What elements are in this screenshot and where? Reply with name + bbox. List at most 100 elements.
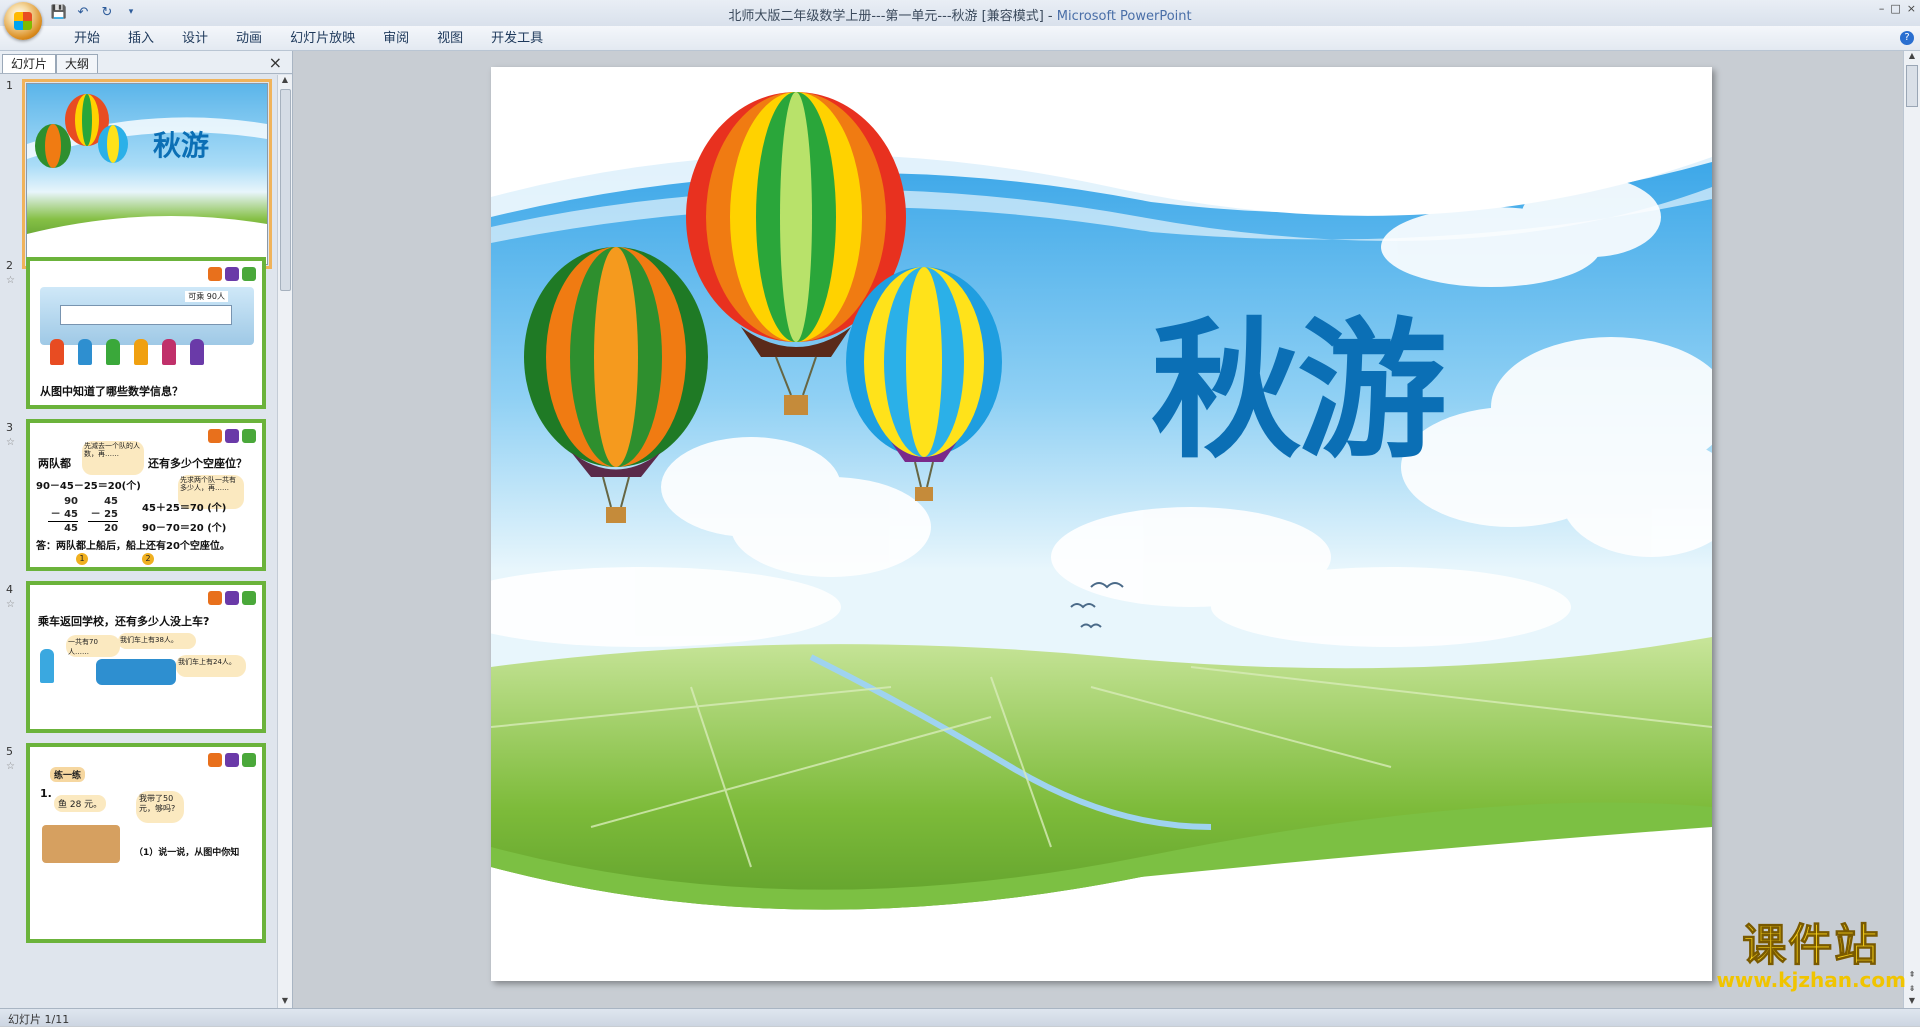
scroll-up-icon[interactable]: ▲ bbox=[278, 75, 292, 87]
office-logo-icon bbox=[14, 12, 32, 30]
slide-number: 1 bbox=[6, 79, 13, 92]
vertical-calc-1: 90 － 45 45 bbox=[48, 495, 78, 535]
equation-1: 90－45－25＝20(个) bbox=[36, 481, 141, 492]
ribbon: 开始 插入 设计 动画 幻灯片放映 审阅 视图 开发工具 ? bbox=[0, 26, 1920, 51]
slide-number: 4 bbox=[6, 583, 13, 596]
slide-thumb-5[interactable]: 5 ☆ 练一练 1. 鱼 28 元。 我带了50元，够吗? （1）说一说，从图中… bbox=[0, 741, 276, 943]
tab-developer[interactable]: 开发工具 bbox=[477, 30, 557, 48]
scroll-down-icon[interactable]: ▼ bbox=[1904, 996, 1920, 1008]
slides-pane: 幻灯片 大纲 × 1 秋游 2 ☆ 可乘 90人 从图中知道了哪些数学信息？ 3… bbox=[0, 51, 293, 1008]
child-figure bbox=[40, 649, 54, 683]
slide-number: 2 bbox=[6, 259, 13, 272]
watermark-url: www.kjzhan.com bbox=[1716, 968, 1906, 992]
scroll-up-icon[interactable]: ▲ bbox=[1904, 51, 1920, 63]
document-title: 北师大版二年级数学上册---第一单元---秋游 [兼容模式] - bbox=[728, 9, 1057, 24]
ribbon-tabs: 开始 插入 设计 动画 幻灯片放映 审阅 视图 开发工具 bbox=[60, 30, 557, 48]
site-watermark: 课件站 www.kjzhan.com bbox=[1716, 920, 1906, 992]
slide-number: 3 bbox=[6, 421, 13, 434]
prev-slide-icon[interactable]: ⇞ bbox=[1904, 970, 1920, 982]
shop-picture bbox=[42, 825, 120, 863]
slide-number: 5 bbox=[6, 745, 13, 758]
scroll-down-icon[interactable]: ▼ bbox=[278, 996, 292, 1008]
equation-3: 90－70＝20 (个) bbox=[142, 523, 227, 534]
badge-1: 1 bbox=[76, 553, 88, 565]
slide-background bbox=[491, 67, 1712, 981]
price-bubble: 鱼 28 元。 bbox=[54, 795, 107, 812]
watermark-title: 课件站 bbox=[1742, 920, 1881, 971]
slide-thumb-2[interactable]: 2 ☆ 可乘 90人 从图中知道了哪些数学信息？ bbox=[0, 255, 276, 415]
slide-thumb-image: 练一练 1. 鱼 28 元。 我带了50元，够吗? （1）说一说，从图中你知 bbox=[26, 743, 266, 943]
office-button[interactable] bbox=[4, 2, 42, 40]
status-bar: 幻灯片 1/11 bbox=[0, 1008, 1920, 1026]
scroll-thumb[interactable] bbox=[280, 89, 291, 291]
item-number: 1. bbox=[40, 787, 52, 800]
close-button[interactable]: × bbox=[1907, 2, 1916, 15]
practice-tag: 练一练 bbox=[50, 767, 86, 782]
slide-thumb-image: 乘车返回学校，还有多少人没上车? 一共有70人…… 我们车上有38人。 我们车上… bbox=[26, 581, 266, 733]
minimize-button[interactable]: – bbox=[1879, 2, 1885, 15]
slide-title[interactable]: 秋游 bbox=[1151, 317, 1447, 467]
pane-scrollbar[interactable]: ▲ ▼ bbox=[277, 75, 292, 1008]
question-part-1: 两队都 bbox=[38, 457, 71, 470]
scroll-thumb[interactable] bbox=[1906, 65, 1918, 107]
corner-icons bbox=[208, 267, 256, 281]
calc-line: － 25 bbox=[90, 509, 118, 520]
tab-insert[interactable]: 插入 bbox=[114, 30, 168, 48]
corner-icons bbox=[208, 591, 256, 605]
corner-icons bbox=[208, 753, 256, 767]
animation-star-icon: ☆ bbox=[6, 599, 15, 610]
window-title: 北师大版二年级数学上册---第一单元---秋游 [兼容模式] - Microso… bbox=[0, 5, 1920, 24]
slide-thumb-image: 秋游 bbox=[22, 79, 272, 269]
tab-design[interactable]: 设计 bbox=[168, 30, 222, 48]
speech-bubble: 我带了50元，够吗? bbox=[136, 791, 184, 823]
vertical-calc-2: 45 － 25 20 bbox=[88, 495, 118, 535]
badge-2: 2 bbox=[142, 553, 154, 565]
calc-line: 20 bbox=[88, 521, 118, 535]
slide-thumb-3[interactable]: 3 ☆ 两队都 还有多少个空座位？ 先减去一个队的人数，再…… 先求两个队一共有… bbox=[0, 417, 276, 577]
slide-thumbnails: 1 秋游 2 ☆ 可乘 90人 从图中知道了哪些数学信息？ 3 ☆ 两队都 还有… bbox=[0, 75, 276, 1008]
slide-caption: 乘车返回学校，还有多少人没上车? bbox=[38, 615, 210, 628]
equation-2: 45＋25＝70 (个) bbox=[142, 503, 227, 514]
calc-line: 90 bbox=[64, 496, 78, 507]
animation-star-icon: ☆ bbox=[6, 275, 15, 286]
answer-line: 答：两队都上船后，船上还有20个空座位。 bbox=[36, 541, 230, 552]
tab-review[interactable]: 审阅 bbox=[369, 30, 423, 48]
speech-bubble: 我们车上有24人。 bbox=[176, 655, 246, 677]
slide-thumb-1[interactable]: 1 秋游 bbox=[0, 75, 276, 271]
thumb-balloons-icon bbox=[27, 94, 267, 264]
slide-thumb-4[interactable]: 4 ☆ 乘车返回学校，还有多少人没上车? 一共有70人…… 我们车上有38人。 … bbox=[0, 579, 276, 739]
window-controls: – □ × bbox=[1879, 2, 1916, 15]
children-figures bbox=[50, 339, 204, 365]
speech-bubble: 先减去一个队的人数，再…… bbox=[82, 441, 144, 475]
next-slide-icon[interactable]: ⇟ bbox=[1904, 984, 1920, 996]
animation-star-icon: ☆ bbox=[6, 761, 15, 772]
calc-line: 45 bbox=[48, 521, 78, 535]
speech-bubble: 我们车上有38人。 bbox=[118, 633, 196, 649]
tab-home[interactable]: 开始 bbox=[60, 30, 114, 48]
slide-caption: 从图中知道了哪些数学信息？ bbox=[40, 385, 183, 398]
calc-line: 45 bbox=[104, 496, 118, 507]
slide-thumb-image: 可乘 90人 从图中知道了哪些数学信息？ bbox=[26, 257, 266, 409]
maximize-button[interactable]: □ bbox=[1890, 2, 1900, 15]
tab-slideshow[interactable]: 幻灯片放映 bbox=[276, 30, 369, 48]
help-icon[interactable]: ? bbox=[1900, 31, 1914, 45]
tab-outline[interactable]: 大纲 bbox=[56, 54, 99, 73]
ship-picture: 可乘 90人 bbox=[40, 287, 254, 345]
title-bar: 💾 ↶ ↻ ▾ 北师大版二年级数学上册---第一单元---秋游 [兼容模式] -… bbox=[0, 0, 1920, 40]
pane-tabs: 幻灯片 大纲 × bbox=[0, 51, 292, 74]
question-text: （1）说一说，从图中你知 bbox=[134, 848, 240, 858]
slide-thumb-image: 两队都 还有多少个空座位？ 先减去一个队的人数，再…… 先求两个队一共有多少人，… bbox=[26, 419, 266, 571]
speech-bubble: 一共有70人…… bbox=[66, 635, 120, 657]
animation-star-icon: ☆ bbox=[6, 437, 15, 448]
tab-animation[interactable]: 动画 bbox=[222, 30, 276, 48]
ship-sign: 可乘 90人 bbox=[185, 291, 228, 302]
tab-view[interactable]: 视图 bbox=[423, 30, 477, 48]
current-slide[interactable]: 秋游 bbox=[491, 67, 1712, 981]
tab-slides[interactable]: 幻灯片 bbox=[2, 54, 57, 73]
corner-icons bbox=[208, 429, 256, 443]
close-icon[interactable]: × bbox=[269, 53, 282, 72]
app-name: Microsoft PowerPoint bbox=[1056, 9, 1192, 24]
thumb-title: 秋游 bbox=[153, 129, 210, 162]
editor-scrollbar[interactable]: ▲ ⇞ ⇟ ▼ bbox=[1903, 51, 1920, 1008]
question-part-2: 还有多少个空座位？ bbox=[148, 457, 247, 470]
